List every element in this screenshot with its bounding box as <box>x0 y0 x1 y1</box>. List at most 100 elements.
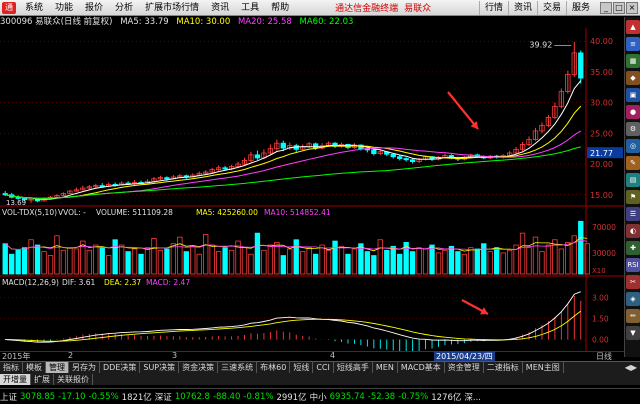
date-label-apr: 4 <box>330 351 336 360</box>
toolbar-icon-2[interactable]: ≡ <box>626 37 640 51</box>
service-button[interactable]: 服务 <box>565 0 595 15</box>
volume-bar-up <box>177 236 183 275</box>
macd-dea-line <box>5 310 582 342</box>
tab-indicator[interactable]: 指标 <box>0 362 23 373</box>
macd-tick-label: 1.50 <box>592 314 609 323</box>
tab-fund-decision[interactable]: 资金决策 <box>179 362 219 373</box>
sub-tab-bar: 开增量 扩展 关联报价 <box>0 373 640 385</box>
volume-bar-down <box>99 247 105 275</box>
price-tick-label: 15.00 <box>590 191 613 200</box>
tab-open-increment[interactable]: 开增量 <box>0 373 31 385</box>
volume-bar-up <box>86 249 92 275</box>
menu-system[interactable]: 系统 <box>19 0 49 16</box>
menu-ext-market[interactable]: 扩展市场行情 <box>139 0 205 16</box>
tab-dde[interactable]: DDE决策 <box>100 362 141 373</box>
volume-bar-up <box>157 249 164 275</box>
min-price-label: 13.69 <box>6 199 26 207</box>
close-icon[interactable]: × <box>626 1 638 14</box>
volume-bar-up <box>248 253 254 275</box>
ma5-label: MA5: 33.79 <box>120 17 169 27</box>
news-button[interactable]: 资讯 <box>507 0 537 15</box>
tab-macd-basic[interactable]: MACD基本 <box>398 362 445 373</box>
toolbar-icon-7[interactable]: ⚙ <box>626 122 640 136</box>
macd-dif-line <box>5 291 581 343</box>
tab-sup[interactable]: SUP决策 <box>140 362 180 373</box>
volume-bar-up <box>60 249 67 275</box>
volume-bar-up <box>558 248 565 275</box>
toolbar-icon-8[interactable]: ◎ <box>626 139 640 153</box>
promo-text: 通达信金融终端 <box>335 4 399 14</box>
volume-bar-up <box>261 249 267 275</box>
tab-extend[interactable]: 扩展 <box>31 373 54 385</box>
candle-down <box>164 177 170 180</box>
toolbar-icon-10[interactable]: ▤ <box>626 173 640 187</box>
toolbar-icon-3[interactable]: ▦ <box>626 54 640 68</box>
volume-bar-up <box>209 244 215 275</box>
price-tick-label: 40.00 <box>590 37 613 46</box>
vol-volume-label: VOLUME: 511109.28 <box>96 208 173 217</box>
volume-bar-down <box>254 232 261 275</box>
menu-function[interactable]: 功能 <box>49 0 79 16</box>
trade-button[interactable]: 交易 <box>536 0 566 15</box>
stock-chart[interactable]: 40.00 35.00 30.00 25.00 20.00 15.00 VOL-TDX(5… <box>0 28 624 351</box>
tab-men-main[interactable]: MEN主图 <box>523 362 564 373</box>
toolbar-icon-19[interactable]: ▼ <box>626 326 640 340</box>
volume-bar-down <box>371 255 377 275</box>
menu-analysis[interactable]: 分析 <box>109 0 139 16</box>
maximize-icon[interactable]: □ <box>613 1 625 14</box>
toolbar-icon-18[interactable]: ✏ <box>626 309 640 323</box>
toolbar-icon-9[interactable]: ✎ <box>626 156 640 170</box>
index-status-bar: 上证 3078.85 -17.10 -0.55% 1821亿 深证 10762.… <box>0 388 640 404</box>
volume-bar-up <box>306 247 312 275</box>
menu-tools[interactable]: 工具 <box>235 0 265 16</box>
tab-short[interactable]: 短线 <box>290 362 314 373</box>
volume-bar-up <box>54 235 60 275</box>
toolbar-icon-4[interactable]: ◆ <box>626 71 640 85</box>
menu-news[interactable]: 资讯 <box>205 0 235 16</box>
volume-bar-down <box>280 255 286 275</box>
price-tick-label: 20.00 <box>590 160 613 169</box>
volume-bar-up <box>377 239 383 275</box>
volume-bar-up <box>267 244 274 275</box>
toolbar-icon-17[interactable]: ◈ <box>626 292 640 306</box>
date-axis: 2015年 2 3 4 2015/04/23/四 日线 <box>0 351 624 362</box>
tab-boll60[interactable]: 布林60 <box>257 362 291 373</box>
current-price-label: 21.77 <box>590 149 613 158</box>
tab-save-as[interactable]: 另存为 <box>69 362 100 373</box>
toolbar-icon-13[interactable]: ◐ <box>626 224 640 238</box>
toolbar-icon-15[interactable]: RSI <box>626 258 640 272</box>
toolbar-icon-6[interactable]: ● <box>626 105 640 119</box>
tab-men[interactable]: MEN <box>373 362 398 373</box>
sme-index-label[interactable]: 中小 <box>310 391 327 403</box>
menu-help[interactable]: 帮助 <box>265 0 295 16</box>
tab-linked-quote[interactable]: 关联报价 <box>54 373 93 385</box>
tab-template[interactable]: 模板 <box>23 362 46 373</box>
toolbar-icon-16[interactable]: ✂ <box>626 275 640 289</box>
toolbar-icon-5[interactable]: ▣ <box>626 88 640 102</box>
volume-bar-up <box>565 241 571 275</box>
quote-button[interactable]: 行情 <box>478 0 508 15</box>
volume-bar-up <box>416 247 422 275</box>
volume-bar-up <box>196 253 202 275</box>
tab-fund-manage[interactable]: 资金管理 <box>445 362 484 373</box>
sz-index-label[interactable]: 深证 <box>155 391 172 403</box>
volume-bar-down <box>312 253 319 275</box>
volume-bar-up <box>468 247 474 275</box>
menu-quote[interactable]: 报价 <box>79 0 109 16</box>
vol-subtitle: VVOL: - <box>58 208 86 217</box>
sh-index-label[interactable]: 上证 <box>0 391 17 403</box>
toolbar-icon-14[interactable]: ✚ <box>626 241 640 255</box>
volume-bar-up <box>325 249 332 275</box>
tab-cci[interactable]: CCI <box>313 362 334 373</box>
tab-manage[interactable]: 管理 <box>46 362 69 373</box>
tab-two-speed[interactable]: 二速指标 <box>484 362 523 373</box>
minimize-icon[interactable]: _ <box>600 1 612 14</box>
tab-three-speed[interactable]: 三速系统 <box>218 362 258 373</box>
toolbar-icon-1[interactable]: ▲ <box>626 20 640 34</box>
toolbar-icon-11[interactable]: ⚑ <box>626 190 640 204</box>
sz-index-pct: -0.81% <box>243 391 274 402</box>
tab-scroll-arrows[interactable]: ◀▶ <box>622 362 640 373</box>
tab-short-master[interactable]: 短线高手 <box>334 362 373 373</box>
toolbar-icon-12[interactable]: ☰ <box>626 207 640 221</box>
sh-index-change: -17.10 <box>58 391 86 402</box>
